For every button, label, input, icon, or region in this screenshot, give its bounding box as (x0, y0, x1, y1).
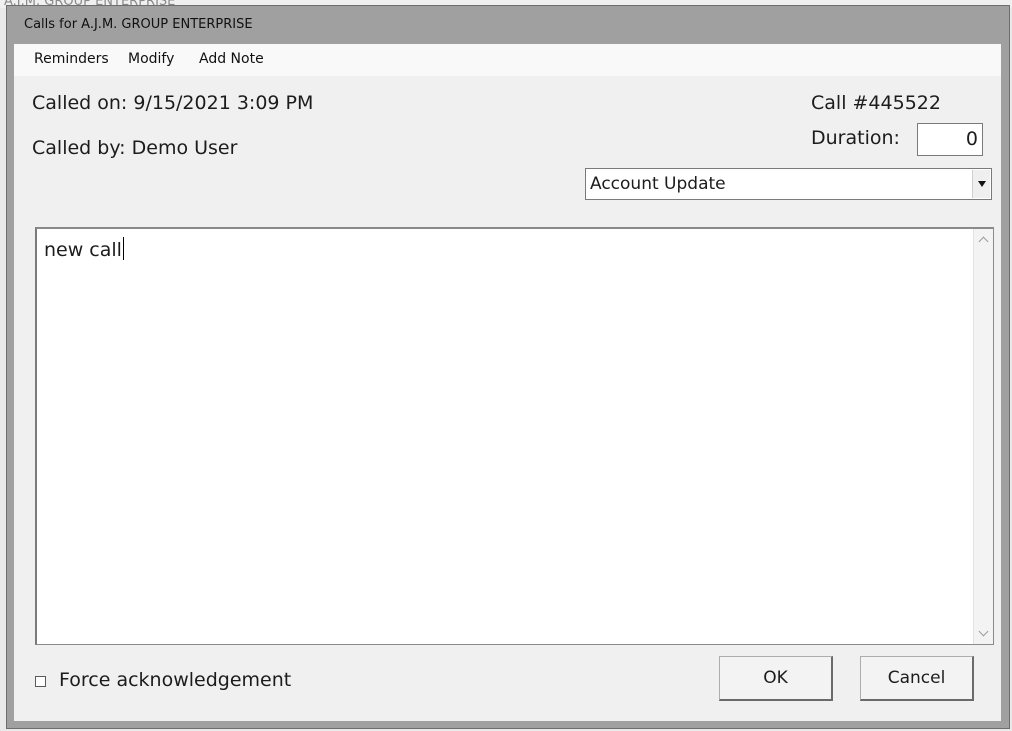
cancel-button[interactable]: Cancel (860, 656, 974, 701)
calls-dialog: Calls for A.J.M. GROUP ENTERPRISE Remind… (6, 5, 1010, 729)
dropdown-button[interactable] (972, 170, 990, 198)
dialog-client-area: Reminders Modify Add Note Called on: 9/1… (14, 44, 1001, 721)
force-ack-label: Force acknowledgement (59, 669, 292, 691)
call-number-label: Call #445522 (811, 92, 941, 114)
note-text: new call (44, 237, 124, 261)
duration-label: Duration: (811, 127, 900, 149)
note-textarea[interactable]: new call (35, 227, 994, 645)
note-scrollbar[interactable] (973, 229, 993, 644)
dialog-title: Calls for A.J.M. GROUP ENTERPRISE (24, 17, 253, 32)
scroll-down-icon (978, 626, 989, 637)
duration-input[interactable]: 0 (917, 123, 983, 156)
text-caret (122, 237, 124, 260)
scroll-down-button[interactable] (976, 625, 991, 642)
chevron-down-icon (977, 181, 986, 187)
menu-bar: Reminders Modify Add Note (14, 44, 1001, 76)
ok-button[interactable]: OK (719, 656, 833, 701)
force-ack-checkbox[interactable] (35, 676, 46, 687)
menu-reminders[interactable]: Reminders (34, 51, 109, 67)
menu-add-note[interactable]: Add Note (199, 51, 264, 67)
scroll-up-icon (978, 236, 989, 247)
dialog-titlebar[interactable]: Calls for A.J.M. GROUP ENTERPRISE (7, 6, 1009, 44)
called-by-label: Called by: Demo User (32, 137, 238, 159)
call-type-value: Account Update (590, 174, 726, 194)
scroll-up-button[interactable] (976, 231, 991, 248)
note-text-value: new call (44, 239, 122, 261)
menu-modify[interactable]: Modify (128, 51, 174, 67)
call-type-select[interactable]: Account Update (585, 168, 992, 200)
called-on-label: Called on: 9/15/2021 3:09 PM (32, 92, 314, 114)
